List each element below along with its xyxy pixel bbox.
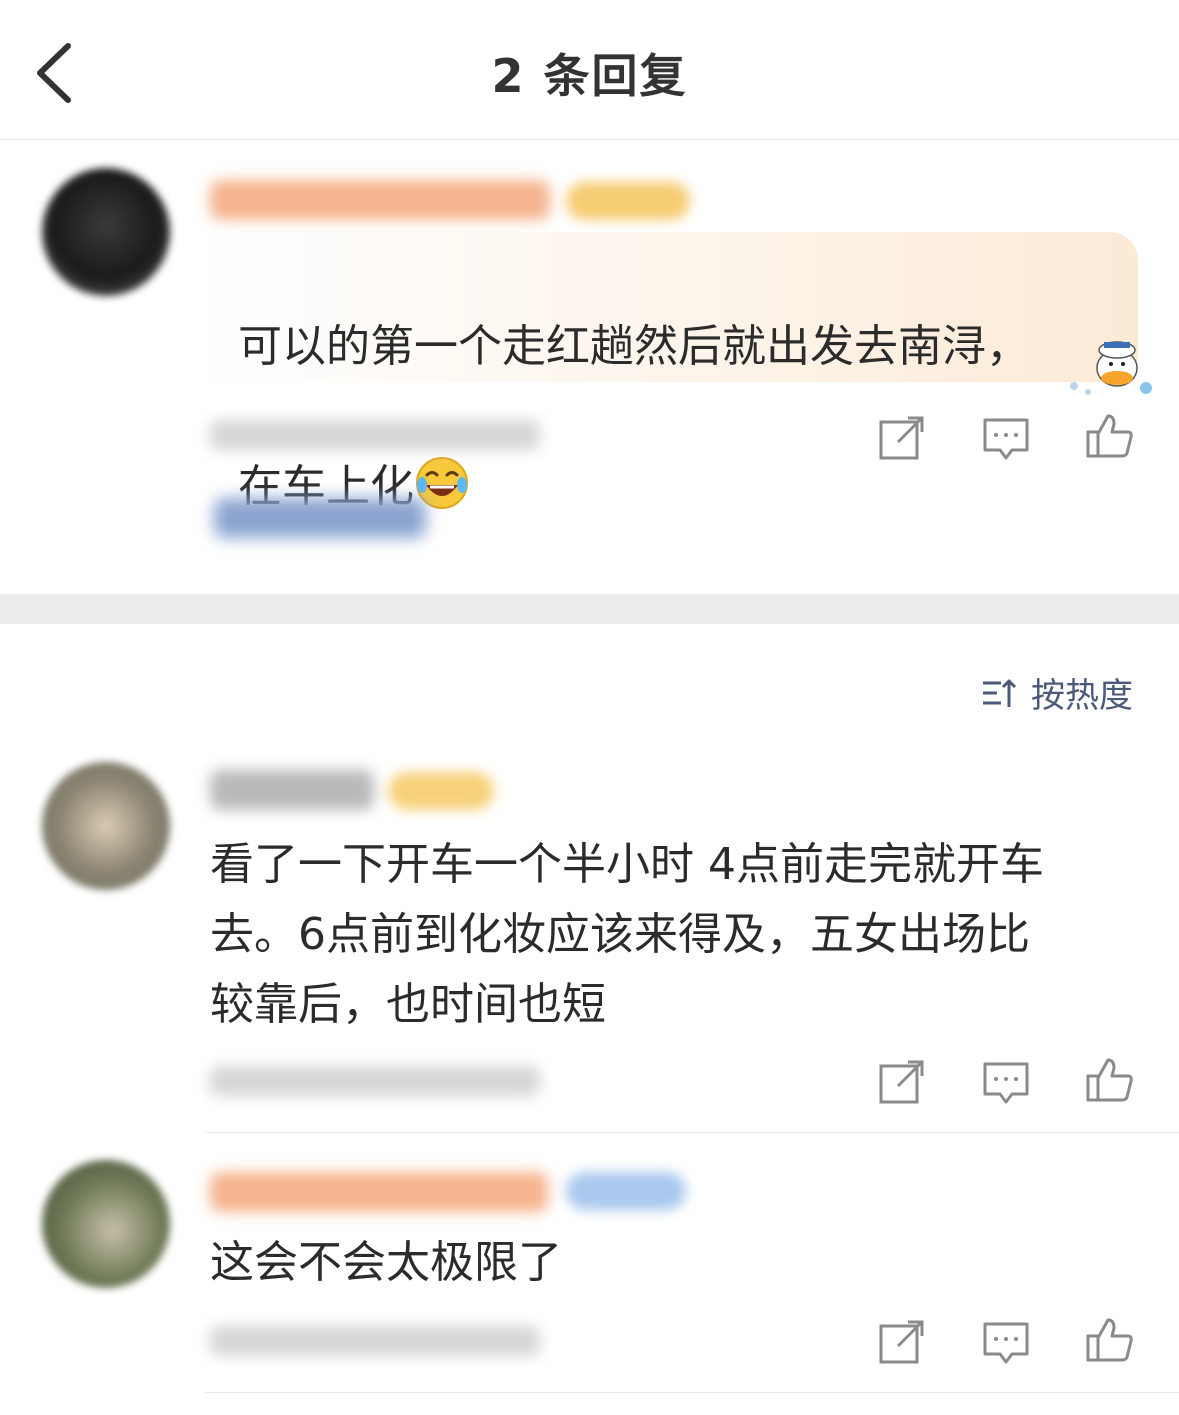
page-title: 2 条回复 bbox=[491, 49, 688, 103]
section-divider bbox=[0, 594, 1179, 624]
comment-button[interactable] bbox=[980, 412, 1032, 464]
row-separator bbox=[205, 1132, 1179, 1133]
user-badge bbox=[566, 1172, 686, 1210]
comment-button[interactable] bbox=[980, 1316, 1032, 1368]
share-icon bbox=[879, 416, 924, 460]
comment-icon bbox=[983, 1062, 1029, 1104]
user-badge bbox=[566, 182, 690, 220]
reply-text: 看了一下开车一个半小时 4点前走完就开车 去。6点前到化妆应该来得及，五女出场比… bbox=[210, 839, 1044, 1030]
share-icon bbox=[879, 1320, 924, 1364]
user-badge bbox=[388, 772, 494, 810]
comment-button[interactable] bbox=[980, 1056, 1032, 1108]
username[interactable] bbox=[210, 770, 374, 810]
username[interactable] bbox=[210, 1172, 548, 1212]
reply-meta bbox=[210, 1066, 540, 1096]
top-nav-bar: 2 条回复 bbox=[0, 0, 1179, 140]
duck-sticker-icon bbox=[1070, 341, 1152, 395]
reply-text: 这会不会太极限了 bbox=[210, 1237, 562, 1288]
like-button[interactable] bbox=[1084, 1054, 1136, 1106]
share-icon bbox=[879, 1060, 924, 1104]
reply-meta bbox=[210, 1326, 540, 1356]
sort-icon bbox=[983, 679, 1017, 707]
comment-text: 可以的第一个走红趟然后就出发去南浔， 在车上化 bbox=[210, 242, 1030, 522]
avatar[interactable] bbox=[42, 762, 170, 890]
sort-by-hot-button[interactable]: 按热度 bbox=[979, 668, 1133, 717]
thumbs-up-icon bbox=[1086, 1058, 1133, 1102]
comment-icon bbox=[983, 418, 1029, 460]
share-button[interactable] bbox=[876, 1056, 928, 1108]
thumbs-up-icon bbox=[1086, 1318, 1133, 1362]
comment-icon bbox=[983, 1322, 1029, 1364]
like-button[interactable] bbox=[1084, 1314, 1136, 1366]
avatar[interactable] bbox=[42, 168, 170, 296]
share-button[interactable] bbox=[876, 412, 928, 464]
comment-text-line1: 可以的第一个走红趟然后就出发去南浔， bbox=[237, 321, 1030, 372]
share-button[interactable] bbox=[876, 1316, 928, 1368]
view-original-link[interactable] bbox=[214, 498, 426, 538]
like-button[interactable] bbox=[1084, 410, 1136, 462]
username[interactable] bbox=[210, 180, 550, 220]
avatar[interactable] bbox=[42, 1160, 170, 1288]
comment-meta bbox=[210, 420, 540, 450]
thumbs-up-icon bbox=[1086, 414, 1133, 458]
row-separator bbox=[205, 1392, 1179, 1393]
sort-label: 按热度 bbox=[1031, 676, 1133, 716]
